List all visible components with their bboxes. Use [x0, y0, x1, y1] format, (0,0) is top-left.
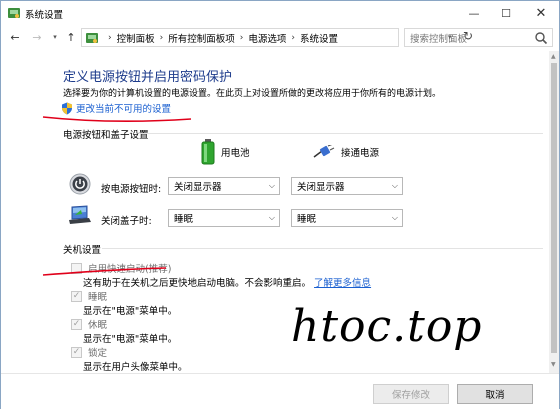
breadcrumb-power-options[interactable]: 电源选项: [248, 31, 286, 45]
power-button-label: 按电源按钮时:: [101, 184, 162, 195]
red-underline-annotation: [42, 267, 167, 276]
close-lid-label: 关闭盖子时:: [101, 216, 152, 227]
close-lid-plugged-value: 睡眠: [297, 214, 317, 225]
sleep-description: 显示在"电源"菜单中。: [83, 306, 178, 317]
save-changes-button[interactable]: 保存修改: [373, 384, 449, 404]
search-icon[interactable]: [534, 31, 548, 45]
plugged-in-column-header: 接通电源: [313, 145, 379, 159]
lock-label: 锁定: [88, 348, 108, 359]
lock-checkbox[interactable]: ✓: [71, 346, 82, 358]
breadcrumb-control-panel[interactable]: 控制面板: [117, 31, 155, 45]
learn-more-link[interactable]: 了解更多信息: [314, 278, 371, 289]
power-button-plugged-value: 关闭显示器: [297, 182, 345, 193]
title-bar: 系统设置 — ☐ ✕: [1, 1, 559, 25]
back-button[interactable]: ←: [7, 29, 23, 45]
section-divider: [143, 133, 543, 134]
hibernate-checkbox[interactable]: ✓: [71, 318, 82, 330]
vertical-scrollbar[interactable]: ▲ ▼: [549, 51, 559, 373]
breadcrumb-separator: ›: [159, 32, 164, 43]
action-bar: 保存修改 取消: [1, 373, 559, 409]
search-input[interactable]: 搜索控制面板: [405, 31, 534, 45]
red-underline-annotation: [42, 116, 192, 122]
scroll-down-icon[interactable]: ▼: [551, 361, 556, 368]
battery-column-header: 用电池: [201, 139, 250, 165]
cancel-button[interactable]: 取消: [457, 384, 533, 404]
address-bar[interactable]: › 控制面板 › 所有控制面板项 › 电源选项 › 系统设置 ▾ ↻: [81, 28, 473, 47]
chevron-down-icon: ⌵: [391, 181, 398, 190]
lock-description: 显示在用户头像菜单中。: [83, 362, 188, 373]
scrollbar-thumb[interactable]: [551, 63, 557, 353]
search-box[interactable]: 搜索控制面板: [404, 28, 553, 47]
system-settings-window: 系统设置 — ☐ ✕ ← → ▾ ↑ › 控制面板 › 所有控制面板项 › 电源…: [0, 0, 560, 409]
close-lid-plugged-select[interactable]: 睡眠 ⌵: [291, 209, 403, 227]
power-button-plugged-select[interactable]: 关闭显示器 ⌵: [291, 177, 403, 195]
chevron-down-icon: ⌵: [391, 213, 398, 222]
battery-column-label: 用电池: [221, 148, 250, 159]
page-title: 定义电源按钮并启用密码保护: [63, 70, 233, 85]
shutdown-section-title: 关机设置: [63, 245, 102, 256]
lock-option[interactable]: ✓ 锁定: [71, 345, 107, 359]
breadcrumb-system-settings[interactable]: 系统设置: [300, 31, 338, 45]
page-description: 选择要为你的计算机设置的电源设置。在此页上对设置所做的更改将应用于你所有的电源计…: [63, 89, 442, 99]
hibernate-label: 休眠: [88, 320, 108, 331]
power-icon: [69, 173, 91, 195]
power-button-battery-value: 关闭显示器: [174, 182, 222, 193]
close-lid-battery-select[interactable]: 睡眠 ⌵: [168, 209, 280, 227]
window-title: 系统设置: [25, 10, 64, 21]
up-button[interactable]: ↑: [63, 29, 79, 45]
control-panel-icon: [8, 8, 20, 18]
breadcrumb-separator: ›: [108, 32, 112, 43]
sleep-checkbox[interactable]: ✓: [71, 290, 82, 302]
section-divider: [102, 248, 543, 249]
chevron-down-icon: ⌵: [268, 213, 275, 222]
maximize-button[interactable]: ☐: [491, 1, 521, 25]
breadcrumb-separator: ›: [239, 32, 244, 43]
plugged-in-column-label: 接通电源: [341, 148, 380, 159]
hibernate-description: 显示在"电源"菜单中。: [83, 334, 178, 345]
breadcrumb-separator: ›: [291, 32, 295, 43]
sleep-option[interactable]: ✓ 睡眠: [71, 289, 107, 303]
sleep-label: 睡眠: [88, 292, 108, 303]
handwritten-watermark: htoc.top: [291, 301, 483, 352]
power-buttons-section-title: 电源按钮和盖子设置: [63, 130, 149, 141]
close-lid-battery-value: 睡眠: [174, 214, 194, 225]
scroll-up-icon[interactable]: ▲: [551, 53, 556, 60]
close-button[interactable]: ✕: [523, 1, 559, 25]
recent-locations-button[interactable]: ▾: [47, 29, 63, 45]
hibernate-option[interactable]: ✓ 休眠: [71, 317, 107, 331]
forward-button[interactable]: →: [29, 29, 45, 45]
minimize-button[interactable]: —: [459, 1, 489, 25]
chevron-down-icon: ⌵: [268, 181, 275, 190]
navigation-bar: ← → ▾ ↑ › 控制面板 › 所有控制面板项 › 电源选项 › 系统设置 ▾…: [1, 25, 559, 49]
power-button-battery-select[interactable]: 关闭显示器 ⌵: [168, 177, 280, 195]
control-panel-icon: [86, 32, 98, 43]
power-plug-icon: [313, 145, 335, 158]
battery-icon: [201, 139, 215, 165]
breadcrumb-all-items[interactable]: 所有控制面板项: [168, 31, 235, 45]
laptop-lid-icon: [69, 205, 91, 224]
